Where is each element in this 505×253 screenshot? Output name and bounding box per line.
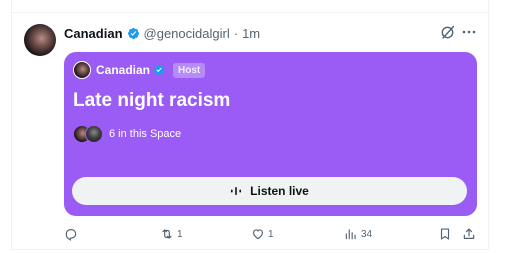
timestamp[interactable]: 1m <box>242 26 260 41</box>
retweet-button[interactable]: 1 <box>160 226 183 242</box>
space-card[interactable]: Canadian Host Late night racism 6 in thi… <box>64 52 477 216</box>
heart-icon <box>253 229 263 240</box>
space-title: Late night racism <box>73 90 231 111</box>
avatar[interactable] <box>24 24 56 56</box>
views-button[interactable]: 34 <box>344 226 372 242</box>
bookmark-button[interactable] <box>438 226 452 242</box>
listen-live-label: Listen live <box>250 184 309 198</box>
share-icon <box>463 228 475 239</box>
views-count: 34 <box>361 228 373 240</box>
display-name[interactable]: Canadian <box>64 26 123 41</box>
handle[interactable]: @genocidalgirl <box>144 26 230 41</box>
tweet-header: Canadian @genocidalgirl · 1m <box>64 24 260 42</box>
separator-dot: · <box>233 25 239 41</box>
more-icon[interactable] <box>461 24 477 40</box>
views-icon <box>345 229 356 240</box>
action-bar: 1 1 34 <box>64 226 477 242</box>
reply-icon <box>65 229 77 241</box>
listeners-row: 6 in this Space <box>73 125 181 143</box>
retweet-count: 1 <box>177 228 183 240</box>
listener-avatar <box>85 125 103 143</box>
reply-button[interactable] <box>64 226 81 242</box>
listen-live-button[interactable]: Listen live <box>72 177 467 205</box>
space-host-row: Canadian Host <box>73 61 206 79</box>
verified-badge-icon <box>153 64 165 76</box>
like-button[interactable]: 1 <box>251 226 274 242</box>
host-badge: Host <box>173 62 206 78</box>
retweet-icon <box>162 229 172 239</box>
verified-badge-icon <box>127 27 139 39</box>
grok-icon[interactable] <box>440 24 456 40</box>
host-avatar <box>73 61 91 79</box>
share-button[interactable] <box>462 226 476 242</box>
bookmark-icon <box>440 228 450 240</box>
listeners-count: 6 in this Space <box>109 128 182 140</box>
like-count: 1 <box>268 228 274 240</box>
audio-wave-icon <box>231 187 242 195</box>
host-name: Canadian <box>96 63 151 77</box>
